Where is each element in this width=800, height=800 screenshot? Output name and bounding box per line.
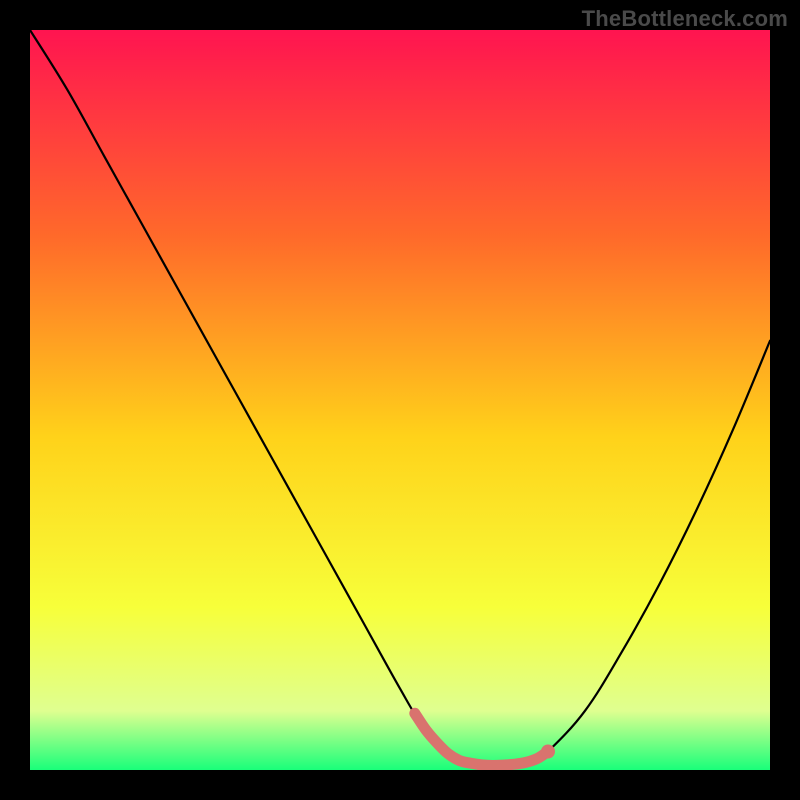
chart-frame: TheBottleneck.com bbox=[0, 0, 800, 800]
bottleneck-curve-chart bbox=[30, 30, 770, 770]
plot-area bbox=[30, 30, 770, 770]
optimal-point-marker bbox=[541, 745, 555, 759]
gradient-background bbox=[30, 30, 770, 770]
watermark-text: TheBottleneck.com bbox=[582, 6, 788, 32]
